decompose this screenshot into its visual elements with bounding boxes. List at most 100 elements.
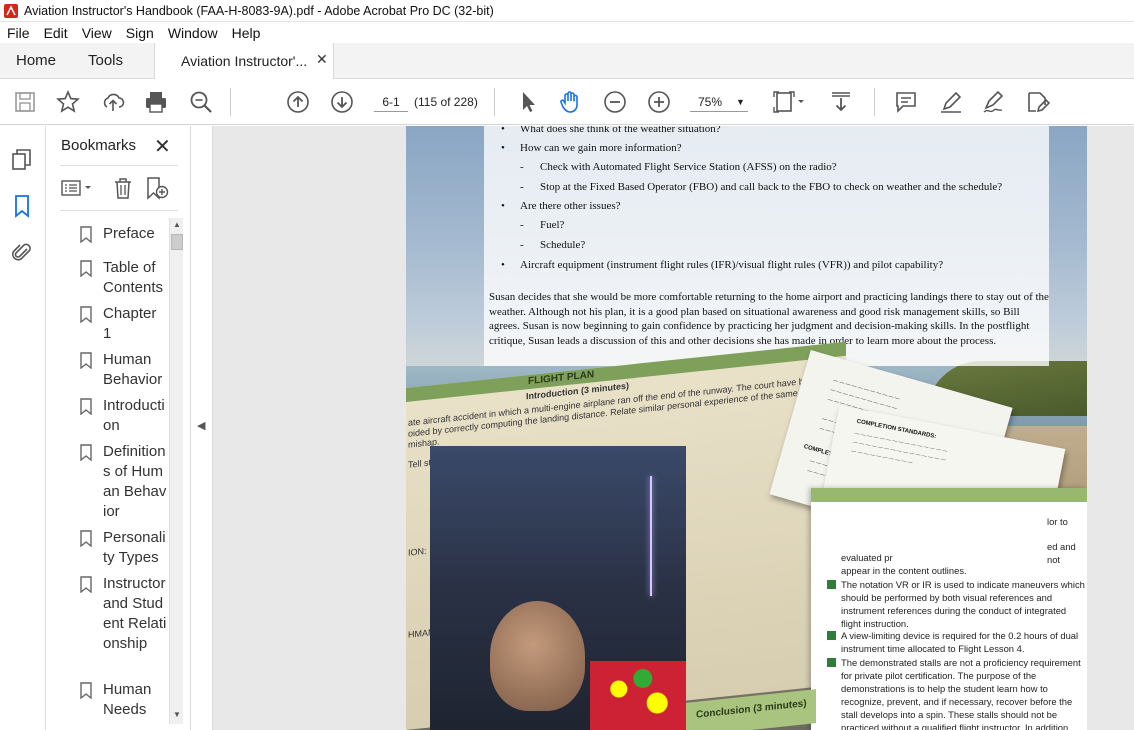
save-icon[interactable] <box>12 89 38 115</box>
lesson-notes-card: lor to ed and not evaluated pr appear in… <box>811 488 1087 730</box>
bookmark-star-icon[interactable] <box>55 89 81 115</box>
divider <box>60 210 178 211</box>
bookmark-options-button[interactable] <box>60 174 96 202</box>
card-item-text: The demonstrated stalls are not a profic… <box>841 657 1081 730</box>
toolbar-separator <box>230 88 231 116</box>
bookmark-flag-icon <box>80 352 92 369</box>
bookmark-label: Instructor and Student Relationship <box>103 575 167 652</box>
hand-tool-icon[interactable] <box>557 89 583 115</box>
sub-bullet-text: Check with Automated Flight Service Stat… <box>540 161 837 173</box>
page-thumbnails-icon[interactable] <box>10 148 34 172</box>
conclusion-label: Conclusion (3 minutes) <box>696 698 807 721</box>
bookmark-label: Table of Contents <box>103 259 164 296</box>
bookmark-flag-icon <box>80 682 92 699</box>
tab-tools[interactable]: Tools <box>88 52 123 69</box>
window-title: Aviation Instructor's Handbook (FAA-H-80… <box>24 3 494 18</box>
new-bookmark-button[interactable] <box>144 174 170 202</box>
menu-view[interactable]: View <box>75 25 119 41</box>
sub-bullet-mark: - <box>520 181 524 193</box>
zoom-select[interactable]: 75% ▼ <box>690 92 748 112</box>
bookmarks-icon[interactable] <box>10 194 34 218</box>
bullet-mark: • <box>501 259 505 271</box>
delete-bookmark-button[interactable] <box>110 174 136 202</box>
tab-bar: Home Tools Aviation Instructor'... ✕ <box>0 43 1134 80</box>
scroll-up-icon[interactable]: ▲ <box>173 220 181 229</box>
select-arrow-icon[interactable] <box>515 89 541 115</box>
flight-plan-line: ION: <box>408 545 427 558</box>
flight-plan-line: Tell st <box>408 457 432 470</box>
green-check-icon <box>827 631 836 640</box>
zoom-out-icon[interactable] <box>602 89 628 115</box>
comment-icon[interactable] <box>893 89 919 115</box>
page-up-icon[interactable] <box>285 89 311 115</box>
acrobat-app-icon <box>4 3 18 18</box>
bullet-mark: • <box>501 142 505 154</box>
bookmark-label: Human Needs <box>103 681 152 718</box>
close-tab-icon[interactable]: ✕ <box>316 51 328 68</box>
panel-collapse-handle[interactable]: ◀ <box>191 126 213 730</box>
document-viewer[interactable]: • What does she think of the weather sit… <box>213 126 1134 730</box>
main-toolbar: 6-1 (115 of 228) 75% ▼ <box>0 79 1134 125</box>
edit-pdf-icon[interactable] <box>1024 89 1051 115</box>
card-text: lor to <box>1047 516 1068 527</box>
bookmark-flag-icon <box>80 444 92 461</box>
lightning-graphic <box>650 476 652 596</box>
sign-icon[interactable] <box>981 89 1007 115</box>
cockpit-simulator-image <box>430 446 686 730</box>
toolbar-separator <box>494 88 495 116</box>
title-bar: Aviation Instructor's Handbook (FAA-H-80… <box>0 0 1134 22</box>
weather-radar-graphic <box>590 661 686 730</box>
bookmark-label: Definitions of Human Behavior <box>103 443 167 520</box>
bookmark-flag-icon <box>80 530 92 547</box>
bookmark-label: Personality Types <box>103 529 166 566</box>
tab-document[interactable]: Aviation Instructor'... ✕ <box>154 43 334 80</box>
bullet-text: How can we gain more information? <box>520 142 682 154</box>
menu-edit[interactable]: Edit <box>37 25 75 41</box>
bullet-text: Aircraft equipment (instrument flight ru… <box>520 259 944 271</box>
sub-bullet-mark: - <box>520 219 524 231</box>
scroll-mode-icon[interactable] <box>828 89 854 115</box>
divider <box>60 165 178 166</box>
pdf-page: • What does she think of the weather sit… <box>406 126 1087 730</box>
bookmarks-panel: Bookmarks ✕ Preface Table of Contents Ch… <box>46 126 191 730</box>
bookmarks-scrollbar[interactable]: ▲ ▼ <box>169 218 183 724</box>
card-item-text: A view-limiting device is required for t… <box>841 630 1079 654</box>
page-down-icon[interactable] <box>329 89 355 115</box>
page-number-input[interactable]: 6-1 <box>374 92 408 112</box>
bookmark-label: Preface <box>103 225 155 242</box>
print-icon[interactable] <box>143 89 169 115</box>
options-list-icon <box>61 180 91 196</box>
highlight-icon[interactable] <box>938 89 964 115</box>
tab-home[interactable]: Home <box>16 52 56 69</box>
scroll-down-icon[interactable]: ▼ <box>173 710 181 719</box>
menu-sign[interactable]: Sign <box>119 25 161 41</box>
add-bookmark-icon <box>147 177 169 200</box>
trash-icon <box>115 178 131 199</box>
search-zoom-icon[interactable] <box>188 89 214 115</box>
attachments-icon[interactable] <box>10 240 34 264</box>
card-header-band <box>811 488 1087 502</box>
toolbar-separator <box>874 88 875 116</box>
card-text: appear in the content outlines. <box>841 565 967 576</box>
sub-bullet-text: Schedule? <box>540 239 586 251</box>
bullet-mark: • <box>501 126 505 135</box>
sub-bullet-mark: - <box>520 161 524 173</box>
menu-window[interactable]: Window <box>161 25 225 41</box>
chevron-down-icon: ▼ <box>736 97 745 107</box>
tab-document-label: Aviation Instructor'... <box>181 53 308 69</box>
bookmark-flag-icon <box>80 226 92 243</box>
scrollbar-thumb[interactable] <box>171 234 183 250</box>
card-text: ed and <box>1047 541 1076 552</box>
card-item-text: The notation VR or IR is used to indicat… <box>841 579 1085 629</box>
card-text: not <box>1047 554 1061 565</box>
close-icon[interactable]: ✕ <box>154 134 171 159</box>
menu-file[interactable]: File <box>0 25 37 41</box>
sub-bullet-text: Stop at the Fixed Based Operator (FBO) a… <box>540 181 1003 193</box>
bookmark-label: Introduction <box>103 397 165 434</box>
upload-icon[interactable] <box>100 89 126 115</box>
fit-page-icon[interactable] <box>772 89 808 115</box>
menu-help[interactable]: Help <box>225 25 268 41</box>
green-check-icon <box>827 658 836 667</box>
green-check-icon <box>827 580 836 589</box>
zoom-in-icon[interactable] <box>646 89 672 115</box>
